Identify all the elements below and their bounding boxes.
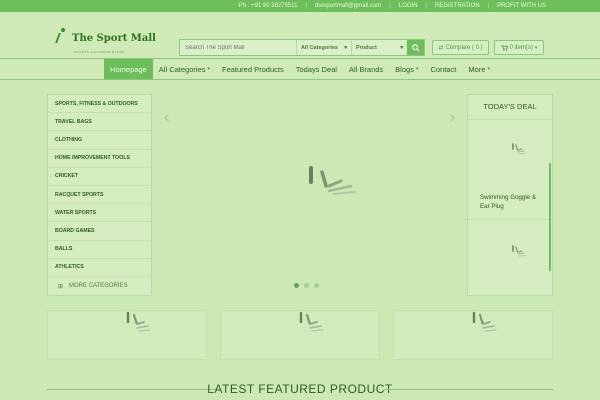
sidebar-item-clothing[interactable]: CLOTHING: [48, 131, 151, 150]
nav-label: All Brands: [348, 64, 384, 74]
phone-number: Ph : +91 80 38275511: [238, 3, 298, 9]
loading-spinner-icon: [472, 311, 497, 332]
sidebar-item-racquet-sports[interactable]: RACQUET SPORTS: [48, 186, 151, 205]
nav-todays-deal[interactable]: Todays Deal: [290, 59, 343, 79]
sidebar-item-balls[interactable]: BALLS: [48, 241, 151, 259]
promo-banner[interactable]: [220, 310, 380, 360]
chevron-down-icon: ▾: [400, 44, 403, 51]
slider-dot[interactable]: [294, 283, 299, 288]
login-link[interactable]: LOGIN: [399, 3, 418, 9]
nav-label: Homepage: [110, 64, 147, 74]
slider-dot[interactable]: [314, 283, 319, 288]
site-logo[interactable]: The Sport Mall: [55, 28, 156, 44]
top-bar: Ph : +91 80 38275511 | thesportmall@gmai…: [0, 0, 600, 12]
header: The Sport Mall SPORTS & FITNESS STORE Al…: [0, 12, 600, 58]
logo-text: The Sport Mall: [72, 33, 156, 44]
search-input[interactable]: [180, 40, 296, 55]
registration-link[interactable]: REGISTRATION: [435, 3, 480, 9]
divider: [383, 389, 553, 390]
search-type-select[interactable]: Product ▾: [351, 40, 407, 55]
nav-label: Featured Products: [222, 64, 284, 74]
sidebar-item-sports-fitness[interactable]: SPORTS, FITNESS & OUTDOORS: [48, 95, 151, 114]
runner-icon: [55, 28, 69, 44]
sidebar-item-cricket[interactable]: CRICKET: [48, 168, 151, 186]
more-categories-button[interactable]: ⊞ MORE CATEGORIES: [48, 277, 151, 296]
compare-button[interactable]: ⇄ Compare ( 0 ): [432, 40, 489, 55]
category-sidebar: SPORTS, FITNESS & OUTDOORS TRAVEL BAGS C…: [47, 94, 152, 296]
profit-with-us-link[interactable]: PROFIT WITH US: [497, 3, 546, 9]
more-categories-label: MORE CATEGORIES: [69, 283, 128, 290]
search-button[interactable]: [407, 40, 424, 55]
promo-banner[interactable]: [393, 310, 553, 360]
chevron-down-icon: ▾: [534, 44, 538, 51]
sidebar-item-water-sports[interactable]: WATER SPORTS: [48, 204, 151, 223]
nav-blogs[interactable]: Blogs ▾: [389, 59, 424, 79]
sidebar-item-board-games[interactable]: BOARD GAMES: [48, 222, 151, 241]
swap-icon: ⇄: [438, 45, 444, 51]
sidebar-item-home-improvement[interactable]: HOME IMPROVEMENT TOOLS: [48, 150, 151, 168]
search-icon: [411, 43, 420, 52]
loading-spinner-icon: [126, 311, 151, 332]
loading-spinner-icon: [512, 143, 526, 155]
promo-banner[interactable]: [47, 310, 207, 360]
nav-all-brands[interactable]: All Brands: [343, 59, 389, 79]
cart-icon: [500, 44, 508, 51]
plus-box-icon: ⊞: [58, 283, 64, 290]
nav-all-categories[interactable]: All Categories ▾: [153, 59, 216, 79]
email-link[interactable]: thesportmall@gmail.com: [315, 3, 381, 9]
nav-homepage[interactable]: Homepage: [104, 59, 153, 79]
todays-deal-panel: TODAY'S DEAL Swimming Goggle & Ear Plug: [467, 94, 553, 296]
nav-label: Todays Deal: [295, 64, 337, 74]
nav-more[interactable]: More ▾: [462, 59, 496, 79]
todays-deal-title: TODAY'S DEAL: [483, 102, 537, 111]
chevron-down-icon: ▾: [487, 66, 490, 72]
compare-label: Compare ( 0 ): [445, 44, 483, 51]
nav-featured-products[interactable]: Featured Products: [216, 59, 290, 79]
main-nav: Homepage All Categories ▾ Featured Produc…: [0, 58, 600, 80]
cart-label: 0 item(s): [509, 44, 533, 51]
chevron-down-icon: ▾: [344, 44, 347, 51]
sidebar-item-travel-bags[interactable]: TRAVEL BAGS: [48, 113, 151, 132]
divider: [468, 119, 552, 120]
chevron-down-icon: ▾: [415, 66, 419, 72]
search-bar: All Categories ▾ Product ▾: [179, 39, 425, 56]
category-select-value: All Categories: [301, 44, 338, 51]
nav-contact[interactable]: Contact: [424, 59, 462, 79]
hero-slider: [157, 94, 465, 296]
nav-label: Blogs: [395, 64, 414, 74]
nav-label: All Categories: [158, 64, 206, 74]
sidebar-item-athletics[interactable]: ATHLETICS: [48, 259, 151, 277]
loading-spinner-icon: [309, 166, 356, 195]
search-type-value: Product: [356, 44, 377, 51]
loading-spinner-icon: [512, 245, 526, 257]
slider-dots: [294, 283, 319, 288]
deal-scrollbar[interactable]: [549, 163, 551, 271]
deal-product-name[interactable]: Swimming Goggle & Ear Plug: [480, 193, 546, 211]
category-select[interactable]: All Categories ▾: [296, 40, 351, 55]
divider: [468, 219, 552, 220]
slider-prev-arrow[interactable]: ‹: [163, 107, 170, 128]
nav-label: More: [468, 64, 486, 74]
loading-spinner-icon: [299, 311, 324, 332]
cart-button[interactable]: 0 item(s) ▾: [494, 40, 544, 55]
slider-next-arrow[interactable]: ›: [449, 107, 456, 128]
logo-tagline: SPORTS & FITNESS STORE: [74, 50, 125, 54]
chevron-down-icon: ▾: [207, 66, 210, 72]
nav-label: Contact: [430, 64, 457, 74]
slider-dot[interactable]: [304, 283, 309, 288]
